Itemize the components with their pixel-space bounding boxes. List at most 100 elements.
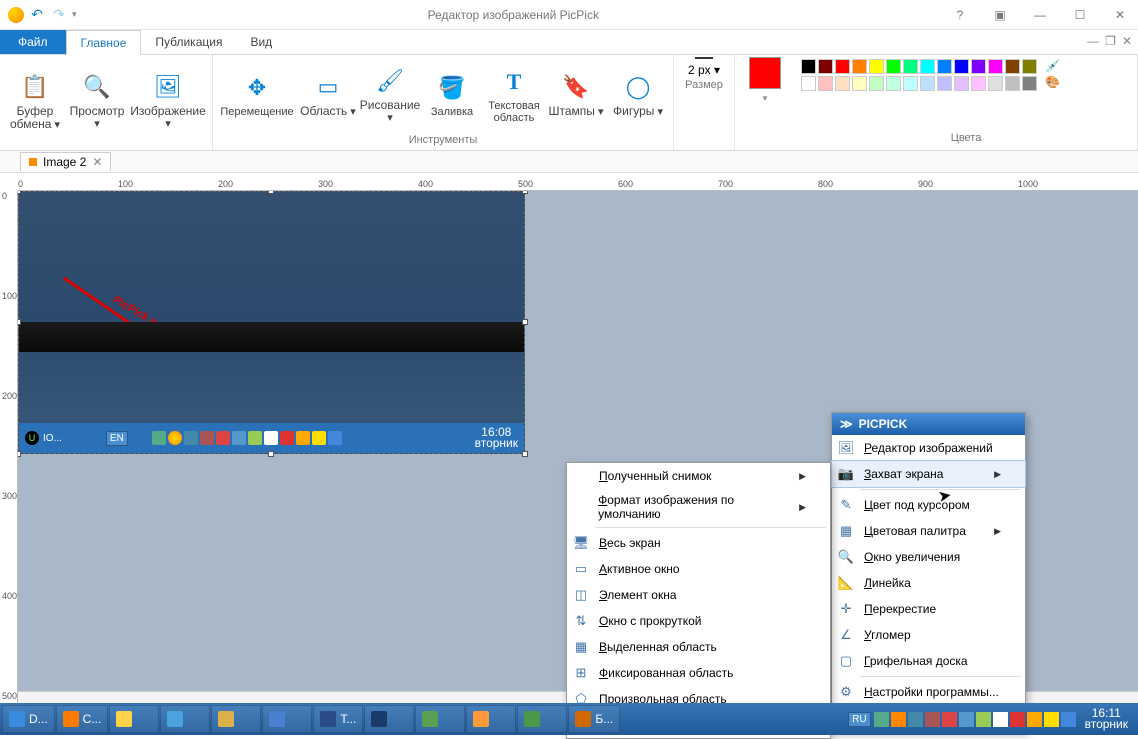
color-swatch[interactable]: [937, 59, 952, 74]
resize-handle[interactable]: [268, 191, 274, 194]
color-swatch[interactable]: [971, 59, 986, 74]
color-swatch[interactable]: [954, 59, 969, 74]
taskbar-item[interactable]: T...: [313, 705, 363, 733]
mdi-minimize-button[interactable]: —: [1087, 34, 1099, 48]
menu-item[interactable]: ◫Элемент окна: [567, 582, 830, 608]
menu-item[interactable]: ▦Цветовая палитра▶: [832, 518, 1025, 544]
help-button[interactable]: ?: [950, 8, 970, 22]
image-button[interactable]: 🖼 Изображение ▾: [128, 57, 208, 144]
color-swatch[interactable]: [835, 76, 850, 91]
minimize-button[interactable]: —: [1030, 8, 1050, 22]
tray-icon[interactable]: [1010, 712, 1025, 727]
taskbar-item[interactable]: [415, 705, 465, 733]
menu-item[interactable]: 🖥Весь экран: [567, 530, 830, 556]
color-swatch[interactable]: [937, 76, 952, 91]
file-tab[interactable]: Файл: [0, 30, 66, 54]
color-swatch[interactable]: [1022, 76, 1037, 91]
image-canvas[interactable]: PicPick в трее U IO... EN 16:08вторник: [18, 191, 525, 454]
color-swatch[interactable]: [852, 76, 867, 91]
resize-handle[interactable]: [18, 191, 21, 194]
color-swatch[interactable]: [818, 76, 833, 91]
color-swatch[interactable]: [920, 76, 935, 91]
taskbar-item[interactable]: [262, 705, 312, 733]
menu-item[interactable]: ▦Выделенная область: [567, 634, 830, 660]
document-tab[interactable]: Image 2 ✕: [20, 152, 111, 171]
color-swatch[interactable]: [801, 76, 816, 91]
resize-handle[interactable]: [268, 451, 274, 457]
tray-icon[interactable]: [908, 712, 923, 727]
preview-button[interactable]: 🔍 Просмотр ▾: [66, 57, 128, 144]
mdi-restore-button[interactable]: ❐: [1105, 34, 1116, 48]
menu-item[interactable]: ▢Грифельная доска: [832, 648, 1025, 674]
tray-icon[interactable]: [993, 712, 1008, 727]
tray-icon[interactable]: [1061, 712, 1076, 727]
current-color-swatch[interactable]: [749, 57, 781, 89]
taskbar-item[interactable]: D...: [2, 705, 55, 733]
menu-item[interactable]: 🖼Редактор изображений: [832, 435, 1025, 461]
taskbar-item[interactable]: [211, 705, 261, 733]
eyedropper-icon[interactable]: 💉: [1045, 59, 1060, 73]
stamp-tool[interactable]: 🔖Штампы ▾: [545, 57, 607, 132]
menu-item[interactable]: ⊞Фиксированная область: [567, 660, 830, 686]
taskbar-item[interactable]: [517, 705, 567, 733]
region-tool[interactable]: ▭Область ▾: [297, 57, 359, 132]
resize-handle[interactable]: [522, 319, 528, 325]
maximize-button[interactable]: ☐: [1070, 8, 1090, 22]
tray-icon[interactable]: [925, 712, 940, 727]
shapes-tool[interactable]: ◯Фигуры ▾: [607, 57, 669, 132]
tab-publish[interactable]: Публикация: [141, 30, 236, 54]
menu-item[interactable]: ∠Угломер: [832, 622, 1025, 648]
color-swatch[interactable]: [988, 76, 1003, 91]
taskbar-item[interactable]: C...: [56, 705, 109, 733]
color-swatch[interactable]: [818, 59, 833, 74]
color-swatch[interactable]: [801, 59, 816, 74]
taskbar-item[interactable]: [364, 705, 414, 733]
tray-icon[interactable]: [891, 712, 906, 727]
color-swatch[interactable]: [886, 76, 901, 91]
tray-icon[interactable]: [942, 712, 957, 727]
color-swatch[interactable]: [920, 59, 935, 74]
menu-item[interactable]: ⇅Окно с прокруткой: [567, 608, 830, 634]
close-tab-button[interactable]: ✕: [92, 155, 102, 169]
resize-handle[interactable]: [18, 451, 21, 457]
color-swatch[interactable]: [835, 59, 850, 74]
text-tool[interactable]: TТекстовая область: [483, 57, 545, 132]
fill-tool[interactable]: 🪣Заливка: [421, 57, 483, 132]
color-palette[interactable]: [801, 59, 1037, 91]
color-wheel-icon[interactable]: 🎨: [1045, 75, 1060, 89]
move-tool[interactable]: ✥Перемещение: [217, 57, 297, 132]
resize-handle[interactable]: [522, 191, 528, 194]
resize-handle[interactable]: [522, 451, 528, 457]
tray-icon[interactable]: [874, 712, 889, 727]
color-swatch[interactable]: [971, 76, 986, 91]
menu-item[interactable]: 📷Захват экрана▶: [831, 460, 1026, 488]
color-swatch[interactable]: [886, 59, 901, 74]
taskbar-item[interactable]: [109, 705, 159, 733]
clipboard-button[interactable]: 📋 Буфер обмена ▾: [4, 57, 66, 144]
menu-item[interactable]: 🔍Окно увеличения: [832, 544, 1025, 570]
tray-icon[interactable]: [976, 712, 991, 727]
size-selector[interactable]: [695, 57, 713, 59]
app-logo-icon[interactable]: [8, 7, 24, 23]
color-swatch[interactable]: [852, 59, 867, 74]
ribbon-toggle-button[interactable]: ▣: [990, 8, 1010, 22]
color-swatch[interactable]: [903, 59, 918, 74]
tray-icon[interactable]: [1044, 712, 1059, 727]
menu-item[interactable]: Формат изображения по умолчанию▶: [567, 489, 830, 525]
undo-button[interactable]: ↶: [28, 6, 46, 24]
menu-item[interactable]: Полученный снимок▶: [567, 463, 830, 489]
color-swatch[interactable]: [869, 59, 884, 74]
resize-handle[interactable]: [18, 319, 21, 325]
color-swatch[interactable]: [1005, 76, 1020, 91]
color-swatch[interactable]: [988, 59, 1003, 74]
close-button[interactable]: ✕: [1110, 8, 1130, 22]
taskbar-item[interactable]: [466, 705, 516, 733]
tab-main[interactable]: Главное: [66, 30, 142, 55]
color-swatch[interactable]: [1005, 59, 1020, 74]
redo-button[interactable]: ↷: [50, 6, 68, 24]
menu-item[interactable]: ▭Активное окно: [567, 556, 830, 582]
taskbar-item[interactable]: Б...: [568, 705, 620, 733]
tray-icon[interactable]: [1027, 712, 1042, 727]
color-swatch[interactable]: [869, 76, 884, 91]
menu-item[interactable]: ✎Цвет под курсором: [832, 492, 1025, 518]
